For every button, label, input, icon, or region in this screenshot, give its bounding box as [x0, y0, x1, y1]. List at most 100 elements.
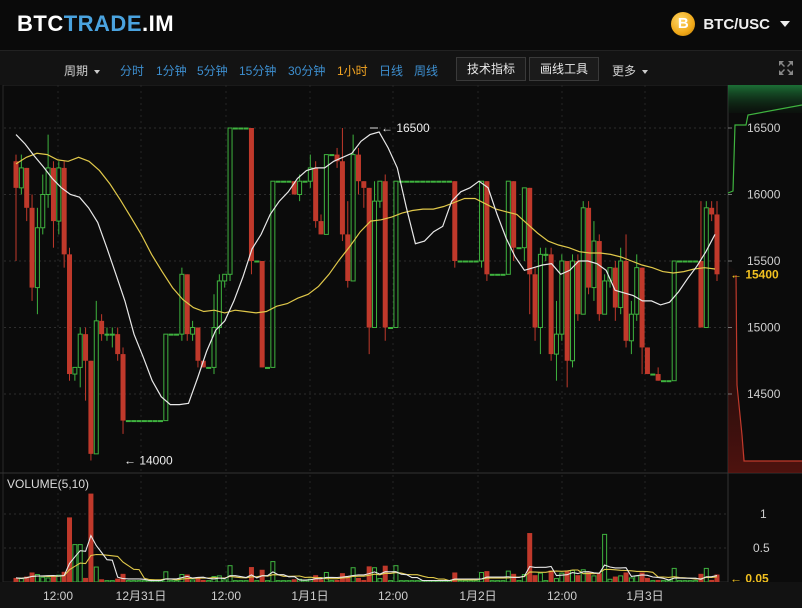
candle-body-up	[634, 267, 640, 315]
volume-bar-up	[393, 565, 399, 583]
volume-bar-up	[163, 571, 169, 583]
volume-bar-down	[709, 579, 715, 582]
drawing-tools-button[interactable]: 画线工具	[529, 57, 600, 81]
volume-bar-down	[355, 577, 361, 582]
candle-body-up	[650, 373, 656, 376]
volume-bar-up	[462, 580, 468, 583]
candle-body-up	[479, 180, 485, 262]
timeframe-15m[interactable]: 15分钟	[239, 62, 276, 79]
timeframe-5m[interactable]: 5分钟	[197, 62, 228, 79]
candle-body-up	[570, 260, 576, 362]
volume-bar-up	[275, 580, 281, 583]
candle-body-down	[709, 207, 715, 215]
candle-body-down	[655, 374, 661, 381]
fullscreen-icon[interactable]	[778, 60, 794, 76]
current-price-label: ← 15400	[730, 267, 779, 281]
candle-body-up	[174, 333, 180, 336]
indicators-button[interactable]: 技术指标	[456, 57, 527, 81]
candle-body-up	[553, 333, 559, 355]
candle-body-up	[227, 127, 233, 275]
candle-body-down	[564, 261, 570, 361]
price-tick-label: 16500	[747, 121, 781, 135]
candle-body-up	[131, 420, 137, 423]
candle-body-up	[18, 167, 24, 189]
candle-body-down	[361, 181, 367, 188]
more-dropdown[interactable]: 更多	[612, 62, 649, 79]
candle-body-up	[157, 420, 163, 423]
volume-bar-up	[45, 577, 51, 583]
candle-body-down	[596, 241, 602, 315]
candle-body-up	[446, 180, 452, 183]
brand-logo[interactable]: BTCTRADE.IM	[17, 11, 174, 37]
volume-bar-down	[655, 579, 661, 582]
candle-body-up	[505, 180, 511, 275]
timeframe-week[interactable]: 周线	[414, 62, 438, 79]
volume-bar-up	[404, 580, 410, 583]
candle-body-down	[313, 167, 319, 222]
volume-bar-up	[628, 577, 634, 583]
volume-bar-up	[634, 575, 640, 583]
volume-title: VOLUME(5,10)	[7, 477, 89, 491]
candle-body-down	[623, 261, 629, 341]
time-tick-label: 1月3日	[626, 589, 663, 603]
candle-body-up	[125, 420, 131, 423]
candle-body-up	[430, 180, 436, 183]
timeframe-30m[interactable]: 30分钟	[288, 62, 325, 79]
candle-body-up	[286, 180, 292, 183]
candle-body-down	[644, 347, 650, 375]
candle-body-up	[425, 180, 431, 183]
volume-bar-up	[703, 567, 709, 583]
candle-body-up	[302, 180, 308, 183]
candle-body-up	[168, 333, 174, 336]
price-tick-label: 15000	[747, 321, 781, 335]
candle-body-up	[254, 260, 260, 263]
candle-body-up	[77, 333, 83, 368]
volume-bar-up	[125, 580, 131, 583]
volume-bar-down	[644, 577, 650, 582]
candle-body-down	[88, 360, 94, 454]
volume-bar-up	[591, 575, 597, 583]
candle-body-up	[521, 187, 527, 249]
caret-down-icon	[642, 69, 649, 74]
volume-bar-up	[168, 580, 174, 583]
candle-body-up	[281, 180, 287, 183]
candle-body-down	[639, 267, 645, 348]
candle-body-up	[602, 280, 608, 315]
volume-bar-up	[329, 580, 335, 583]
volume-bar-down	[623, 572, 629, 582]
candle-body-up	[141, 420, 147, 423]
candle-body-down	[548, 254, 554, 355]
pair-selector[interactable]: B BTC/USC	[671, 12, 790, 36]
candle-body-down	[50, 167, 56, 222]
volume-bar-up	[602, 533, 608, 583]
volume-bar-up	[141, 580, 147, 583]
timeframe-1m[interactable]: 1分钟	[156, 62, 187, 79]
timeframe-tick[interactable]: 分时	[120, 62, 144, 79]
candle-body-down	[248, 128, 254, 261]
timeframe-1h[interactable]: 1小时	[337, 62, 368, 79]
more-label: 更多	[612, 64, 637, 78]
candle-body-down	[99, 320, 105, 335]
candle-body-down	[61, 167, 67, 255]
candle-body-up	[350, 154, 356, 282]
price-chart[interactable]: ← 16500 ← 14000 14500 15000 15500 16000 16500…	[0, 85, 802, 608]
candle-body-up	[591, 240, 597, 289]
candle-body-down	[259, 261, 265, 368]
timeframe-day[interactable]: 日线	[379, 62, 403, 79]
period-dropdown[interactable]: 周期	[64, 62, 101, 79]
candle-body-up	[543, 253, 549, 256]
candle-body-down	[714, 214, 720, 275]
volume-bar-up	[40, 576, 46, 583]
volume-bar-up	[216, 575, 222, 583]
volume-bar-down	[639, 572, 645, 582]
candle-body-up	[243, 127, 249, 130]
price-tick-label: 14500	[747, 387, 781, 401]
candle-body-up	[34, 227, 40, 289]
chart-toolbar: 周期 分时 1分钟 5分钟 15分钟 30分钟 1小时 日线 周线 技术指标 画…	[0, 50, 802, 86]
candle-body-down	[24, 167, 30, 208]
candle-body-up	[441, 180, 447, 183]
candle-body-up	[206, 366, 212, 369]
candle-body-up	[329, 154, 335, 157]
candle-body-up	[618, 260, 624, 309]
candle-body-down	[698, 261, 704, 328]
